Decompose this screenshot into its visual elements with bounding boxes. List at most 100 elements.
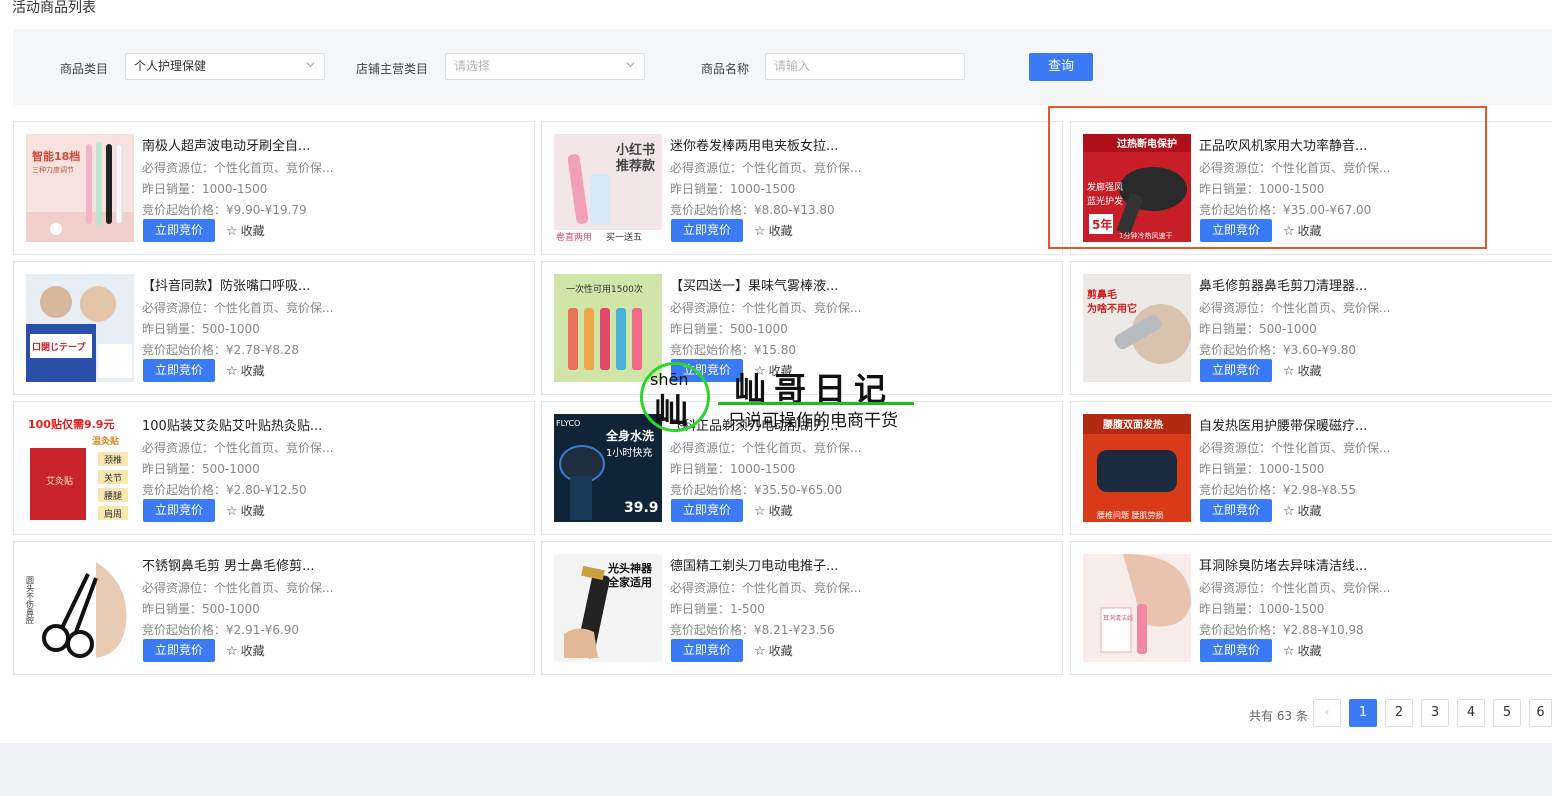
- svg-text:智能18档: 智能18档: [32, 149, 80, 163]
- bid-button[interactable]: 立即竞价: [143, 359, 215, 382]
- product-name[interactable]: 耳洞除臭防堵去异味清洁线...: [1199, 555, 1367, 574]
- product-name[interactable]: 德国精工剃头刀电动电推子...: [670, 555, 838, 574]
- star-icon: ☆: [754, 644, 766, 659]
- product-card[interactable]: 智能18档 三种力度调节 南极人超声波电动牙刷全自... 必得资源位：个性化首页…: [13, 121, 535, 255]
- shop-category-label: 店铺主营类目: [356, 62, 429, 76]
- yesterday-sales: 昨日销量：1-500: [670, 602, 765, 616]
- svg-text:剪鼻毛: 剪鼻毛: [1087, 288, 1117, 301]
- product-name-label: 商品名称: [701, 62, 750, 76]
- bid-button[interactable]: 立即竞价: [671, 499, 743, 522]
- product-name[interactable]: 【买四送一】果味气雾棒液...: [670, 275, 838, 294]
- resource-slot: 必得资源位：个性化首页、竞价保...: [670, 301, 862, 315]
- favorite-button[interactable]: ☆ 收藏: [226, 642, 265, 659]
- resource-slot: 必得资源位：个性化首页、竞价保...: [670, 161, 862, 175]
- favorite-button[interactable]: ☆ 收藏: [1283, 362, 1322, 379]
- product-card[interactable]: 小红书 推荐款 卷直两用 买一送五 迷你卷发棒两用电夹板女拉... 必得资源位：…: [541, 121, 1063, 255]
- product-card[interactable]: 耳洞清洁线 耳洞除臭防堵去异味清洁线... 必得资源位：个性化首页、竞价保...…: [1070, 541, 1552, 675]
- product-name[interactable]: 鼻毛修剪器鼻毛剪刀清理器...: [1199, 275, 1367, 294]
- bid-button[interactable]: 立即竞价: [143, 639, 215, 662]
- start-price: 竞价起始价格：¥2.78-¥8.28: [142, 343, 300, 357]
- bid-button[interactable]: 立即竞价: [671, 639, 743, 662]
- page-button-1[interactable]: 1: [1349, 699, 1377, 727]
- svg-text:关节: 关节: [104, 472, 122, 484]
- svg-text:温灸贴: 温灸贴: [92, 435, 119, 447]
- page-button-4[interactable]: 4: [1457, 699, 1485, 727]
- product-thumbnail: 口閉じテープ: [26, 274, 134, 382]
- product-name[interactable]: 南极人超声波电动牙刷全自...: [142, 135, 310, 154]
- category-value: 个人护理保健: [134, 59, 207, 73]
- page-title: 活动商品列表: [12, 0, 96, 16]
- page-button-3[interactable]: 3: [1421, 699, 1449, 727]
- yesterday-sales: 昨日销量：1000-1500: [142, 182, 268, 196]
- resource-slot: 必得资源位：个性化首页、竞价保...: [670, 441, 862, 455]
- product-card[interactable]: 腰腹双面发热 腰椎问题 腰肌劳损 自发热医用护腰带保暖磁疗... 必得资源位：个…: [1070, 401, 1552, 535]
- svg-text:圆头不伤鼻腔: 圆头不伤鼻腔: [26, 576, 35, 625]
- product-name[interactable]: 不锈钢鼻毛剪 男士鼻毛修剪...: [142, 555, 315, 574]
- favorite-button[interactable]: ☆ 收藏: [226, 362, 265, 379]
- product-thumbnail: 100贴仅需9.9元 温灸贴 艾灸贴 颈椎 关节 腰腿 肩周: [26, 414, 134, 522]
- start-price: 竞价起始价格：¥2.88-¥10.98: [1199, 623, 1364, 637]
- shop-category-select[interactable]: 请选择: [445, 53, 645, 80]
- favorite-button[interactable]: ☆ 收藏: [1283, 502, 1322, 519]
- bid-button[interactable]: 立即竞价: [1200, 639, 1272, 662]
- favorite-button[interactable]: ☆ 收藏: [754, 222, 793, 239]
- svg-text:为啥不用它: 为啥不用它: [1087, 302, 1137, 315]
- star-icon: ☆: [1283, 504, 1295, 519]
- highlight-box: [1048, 106, 1487, 249]
- resource-slot: 必得资源位：个性化首页、竞价保...: [670, 581, 862, 595]
- star-icon: ☆: [1283, 364, 1295, 379]
- query-button[interactable]: 查询: [1029, 53, 1093, 81]
- favorite-button[interactable]: ☆ 收藏: [754, 642, 793, 659]
- product-thumbnail: 智能18档 三种力度调节: [26, 134, 134, 242]
- start-price: 竞价起始价格：¥2.98-¥8.55: [1199, 483, 1357, 497]
- page-button-2[interactable]: 2: [1385, 699, 1413, 727]
- svg-text:耳洞清洁线: 耳洞清洁线: [1103, 614, 1133, 622]
- svg-text:腰腿: 腰腿: [104, 491, 122, 502]
- bid-button[interactable]: 立即竞价: [1200, 359, 1272, 382]
- favorite-button[interactable]: ☆ 收藏: [1283, 642, 1322, 659]
- svg-text:FLYCO: FLYCO: [556, 419, 580, 428]
- favorite-button[interactable]: ☆ 收藏: [226, 502, 265, 519]
- bid-button[interactable]: 立即竞价: [143, 219, 215, 242]
- product-name-input[interactable]: 请输入: [765, 53, 965, 80]
- favorite-label: 收藏: [240, 504, 265, 518]
- resource-slot: 必得资源位：个性化首页、竞价保...: [1199, 301, 1391, 315]
- yesterday-sales: 昨日销量：500-1000: [1199, 322, 1317, 336]
- favorite-button[interactable]: ☆ 收藏: [754, 502, 793, 519]
- bid-button[interactable]: 立即竞价: [143, 499, 215, 522]
- star-icon: ☆: [754, 224, 766, 239]
- start-price: 竞价起始价格：¥9.90-¥19.79: [142, 203, 307, 217]
- product-card[interactable]: 光头神器 全家适用 德国精工剃头刀电动电推子... 必得资源位：个性化首页、竞价…: [541, 541, 1063, 675]
- svg-text:腰椎问题 腰肌劳损: 腰椎问题 腰肌劳损: [1097, 510, 1164, 520]
- product-card[interactable]: 圆头不伤鼻腔 不锈钢鼻毛剪 男士鼻毛修剪... 必得资源位：个性化首页、竞价保.…: [13, 541, 535, 675]
- product-card[interactable]: 100贴仅需9.9元 温灸贴 艾灸贴 颈椎 关节 腰腿 肩周 100贴装艾灸贴艾…: [13, 401, 535, 535]
- svg-text:肩周: 肩周: [104, 508, 122, 520]
- resource-slot: 必得资源位：个性化首页、竞价保...: [142, 161, 334, 175]
- category-select[interactable]: 个人护理保健: [125, 53, 325, 80]
- svg-text:颈椎: 颈椎: [104, 454, 122, 466]
- favorite-button[interactable]: ☆ 收藏: [226, 222, 265, 239]
- favorite-label: 收藏: [1297, 504, 1322, 518]
- favorite-label: 收藏: [240, 644, 265, 658]
- bid-button[interactable]: 立即竞价: [671, 219, 743, 242]
- product-name[interactable]: 【抖音同款】防张嘴口呼吸...: [142, 275, 310, 294]
- bid-button[interactable]: 立即竞价: [1200, 499, 1272, 522]
- start-price: 竞价起始价格：¥8.80-¥13.80: [670, 203, 835, 217]
- product-name[interactable]: 迷你卷发棒两用电夹板女拉...: [670, 135, 838, 154]
- product-thumbnail: 耳洞清洁线: [1083, 554, 1191, 662]
- product-card[interactable]: 口閉じテープ 【抖音同款】防张嘴口呼吸... 必得资源位：个性化首页、竞价保..…: [13, 261, 535, 395]
- start-price: 竞价起始价格：¥8.21-¥23.56: [670, 623, 835, 637]
- start-price: 竞价起始价格：¥3.60-¥9.80: [1199, 343, 1357, 357]
- page-button-6[interactable]: 6: [1529, 699, 1552, 727]
- resource-slot: 必得资源位：个性化首页、竞价保...: [142, 441, 334, 455]
- page-footer: [0, 743, 1552, 796]
- page-button-5[interactable]: 5: [1493, 699, 1521, 727]
- svg-text:买一送五: 买一送五: [606, 231, 642, 242]
- svg-text:一次性可用1500次: 一次性可用1500次: [566, 283, 643, 295]
- prev-page-button[interactable]: ‹: [1313, 699, 1341, 727]
- product-name[interactable]: 100贴装艾灸贴艾叶贴热灸贴...: [142, 415, 322, 434]
- svg-text:口閉じテープ: 口閉じテープ: [32, 341, 86, 353]
- product-card[interactable]: 剪鼻毛 为啥不用它 鼻毛修剪器鼻毛剪刀清理器... 必得资源位：个性化首页、竞价…: [1070, 261, 1552, 395]
- product-name[interactable]: 自发热医用护腰带保暖磁疗...: [1199, 415, 1367, 434]
- svg-text:卷直两用: 卷直两用: [556, 231, 592, 242]
